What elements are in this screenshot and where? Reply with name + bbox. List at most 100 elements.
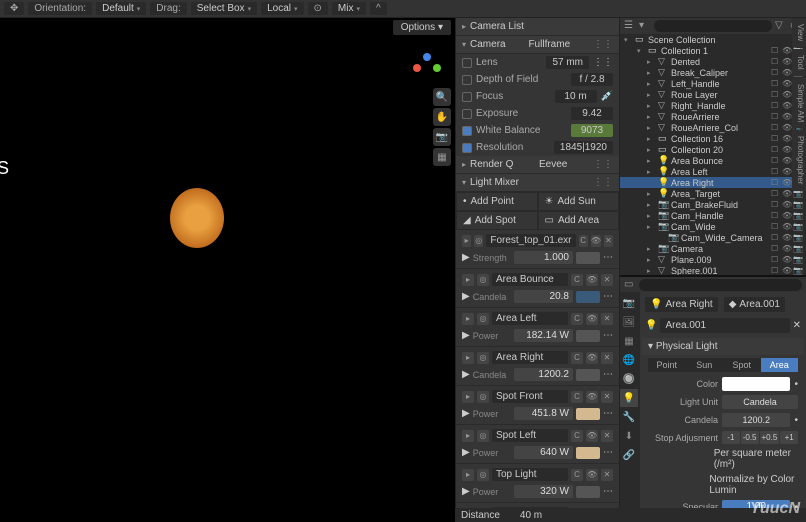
output-tab-icon[interactable]: 🖼 [620,313,638,331]
tree-row[interactable]: ▸▽Plane.009☐👁📷 [620,254,806,265]
item-name[interactable]: Roue Layer [671,90,768,100]
visible-icon[interactable]: 👁 [586,352,598,364]
options-dropdown[interactable]: Options ▾ [393,20,451,35]
render-icon[interactable]: 📷 [793,244,802,253]
light-name[interactable]: Area Bounce [492,273,568,286]
res-value[interactable]: 1845|1920 [554,141,613,154]
item-name[interactable]: Left_Handle [671,79,768,89]
physical-light-header[interactable]: ▾ Physical Light [642,338,804,355]
candela-dot-icon[interactable]: • [794,415,798,426]
filter-icon[interactable]: ▽ [775,20,787,32]
tree-row[interactable]: ▸💡Area Left☐👁📷 [620,166,806,177]
tree-row[interactable]: ▸📷Camera☐👁📷 [620,243,806,254]
tree-row[interactable]: ▸▽Dented☐👁📷 [620,56,806,67]
item-name[interactable]: Right_Handle [671,101,768,111]
lens-checkbox[interactable] [462,58,472,68]
exclude-icon[interactable]: ☐ [771,244,780,253]
render-icon[interactable]: 📷 [793,233,802,242]
light-mixer-header[interactable]: ▾Light Mixer⋮⋮ [456,174,619,192]
stop-plus1[interactable]: +1 [780,431,798,444]
delete-icon[interactable]: ✕ [601,313,613,325]
exclude-icon[interactable]: ☐ [771,167,780,176]
y-axis-icon[interactable] [433,64,441,72]
visible-icon[interactable]: 👁 [586,391,598,403]
scene-tab-icon[interactable]: 🌐 [620,351,638,369]
visible-icon[interactable]: 👁 [586,430,598,442]
tree-row[interactable]: 💡Area Right☐👁📷 [620,177,806,188]
exclude-icon[interactable]: ☐ [771,266,780,275]
zoom-icon[interactable]: 🔍 [433,88,451,106]
solo-icon[interactable]: ◎ [477,313,489,325]
light-name[interactable]: Forest_top_01.exr [486,234,575,247]
tree-row[interactable]: ▸▭Collection 20☐👁📷 [620,144,806,155]
solo-icon[interactable]: ◎ [477,352,489,364]
link-icon[interactable]: C [579,235,588,247]
expand-icon[interactable]: ▸ [647,146,655,154]
light-name[interactable]: Top Light [492,468,568,481]
render-icon[interactable]: 📷 [793,255,802,264]
engine-dropdown[interactable]: Eevee [539,159,567,170]
tree-row[interactable]: ▸💡Area Bounce☐👁📷 [620,155,806,166]
link-icon[interactable]: C [571,391,583,403]
axis-gizmo[interactable] [413,53,443,83]
tree-row[interactable]: ▸▽RoueArriere☐👁📷 [620,111,806,122]
exclude-icon[interactable]: ☐ [771,178,780,187]
type-spot[interactable]: Spot [723,358,761,372]
visible-icon[interactable]: 👁 [782,46,791,55]
exclude-icon[interactable]: ☐ [771,200,780,209]
light-item[interactable]: ▸◎Spot LeftC👁✕▶Power640 W⋯ [456,425,619,464]
exclude-icon[interactable]: ☐ [771,90,780,99]
expand-icon[interactable]: ▸ [462,235,471,247]
visible-icon[interactable]: 👁 [782,79,791,88]
expand-icon[interactable]: ▾ [637,47,645,55]
power-value[interactable]: 320 W [514,485,573,498]
visible-icon[interactable]: 👁 [782,211,791,220]
solo-icon[interactable]: ◎ [477,391,489,403]
perspective-icon[interactable]: ▦ [433,148,451,166]
expand-icon[interactable]: ▸ [647,168,655,176]
visible-icon[interactable]: 👁 [782,255,791,264]
enable-icon[interactable]: ▶ [462,330,470,341]
exposure-value[interactable]: 9.42 [571,107,613,120]
link-icon[interactable]: C [571,469,583,481]
render-icon[interactable]: 📷 [793,266,802,275]
power-value[interactable]: 451.8 W [514,407,573,420]
object-data-tab-icon[interactable]: 💡 [620,389,638,407]
exclude-icon[interactable]: ☐ [771,112,780,121]
tab-view[interactable]: View [792,18,806,47]
tree-row[interactable]: ▸▽RoueArriere_Col☐👁📷 [620,122,806,133]
item-name[interactable]: Area Right [671,178,768,188]
pan-icon[interactable]: ✋ [433,108,451,126]
view-tab-icon[interactable]: ▦ [620,332,638,350]
more-icon[interactable]: ⋯ [603,408,613,419]
add-sun-button[interactable]: ☀Add Sun [538,192,620,211]
pivot-icon[interactable]: ⊙ [308,2,328,15]
enable-icon[interactable]: ▶ [462,252,470,263]
display-mode-icon[interactable]: ▾ [639,20,651,32]
power-value[interactable]: 182.14 W [514,329,573,342]
item-name[interactable]: RoueArriere [671,112,768,122]
renderq-header[interactable]: ▸Render QEevee⋮⋮ [456,156,619,174]
tree-row[interactable]: 📷Cam_Wide_Camera☐👁📷 [620,232,806,243]
camera-list-header[interactable]: ▸Camera List [456,18,619,36]
tab-simple-am[interactable]: Simple AM [792,78,806,128]
lens-value[interactable]: 57 mm [546,56,589,69]
link-icon[interactable]: C [571,430,583,442]
item-name[interactable]: RoueArriere_Col [671,123,768,133]
expand-icon[interactable]: ▸ [462,391,474,403]
camera-header[interactable]: ▾CameraFullframe⋮⋮ [456,36,619,54]
dof-value[interactable]: f / 2.8 [571,73,613,86]
visible-icon[interactable]: 👁 [782,244,791,253]
light-item[interactable]: ▸◎Spot FrontC👁✕▶Power451.8 W⋯ [456,386,619,425]
expand-icon[interactable]: ▸ [647,157,655,165]
more-icon[interactable]: ⋯ [603,486,613,497]
stop-minus05[interactable]: -0.5 [741,431,759,444]
object-crumb[interactable]: 💡Area Right [645,297,718,312]
expand-icon[interactable]: ▸ [647,212,655,220]
add-area-button[interactable]: ▭Add Area [538,211,620,230]
link-icon[interactable]: C [571,313,583,325]
expand-icon[interactable]: ▸ [647,135,655,143]
drag-dropdown[interactable]: Select Box▾ [191,2,257,15]
exclude-icon[interactable]: ☐ [771,79,780,88]
camera-view-icon[interactable]: 📷 [433,128,451,146]
